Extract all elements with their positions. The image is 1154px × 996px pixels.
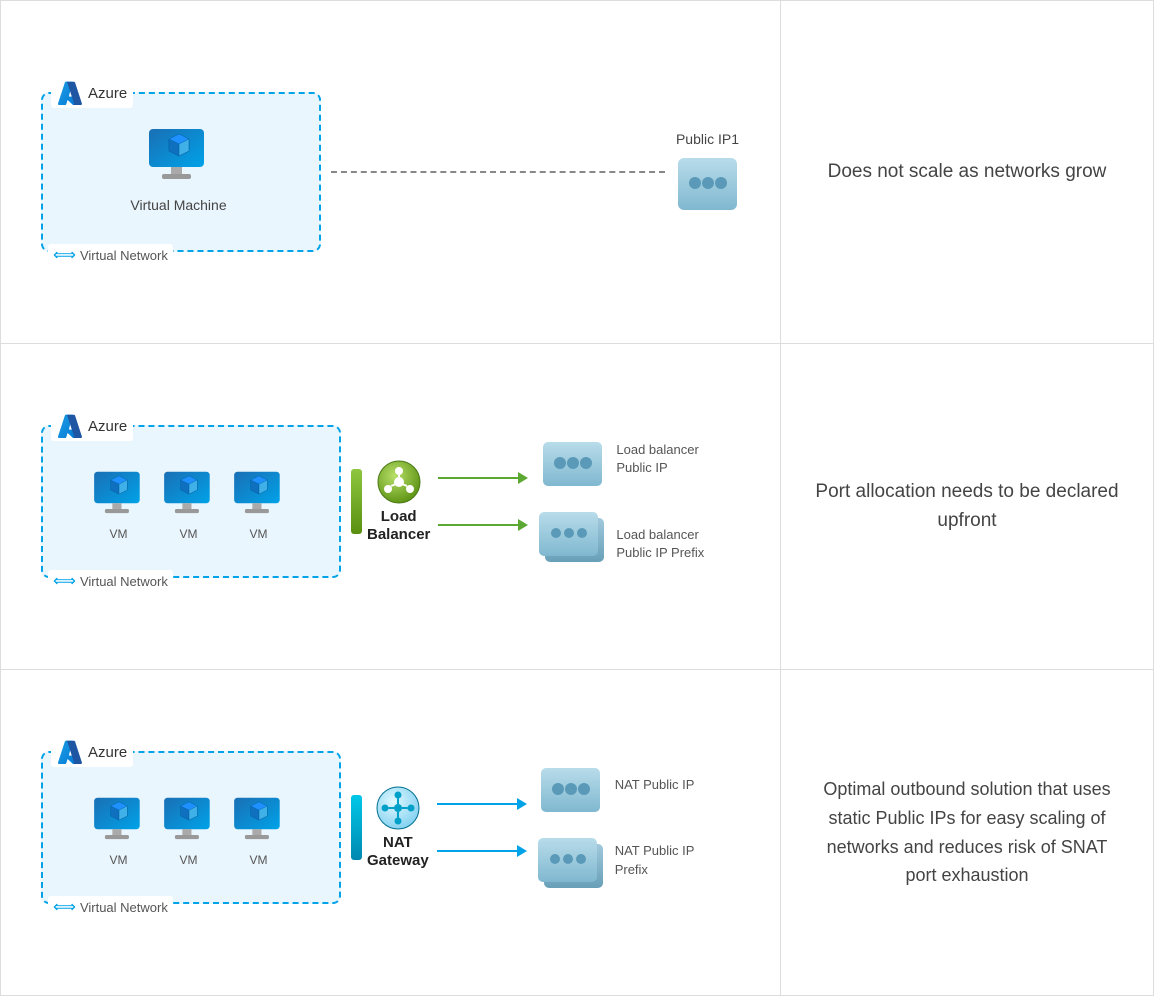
lb-icon <box>376 459 422 505</box>
vnet-text-3: Virtual Network <box>80 900 168 915</box>
vm-item-3-1: VM <box>90 796 148 867</box>
azure-label-3: Azure <box>51 737 133 767</box>
vnet-text-1: Virtual Network <box>80 248 168 263</box>
vm-label-3-1: VM <box>110 853 128 867</box>
lb-section: LoadBalancer <box>351 459 430 544</box>
vm-label-3-2: VM <box>180 853 198 867</box>
server-group-2-top <box>536 439 608 489</box>
azure-text-1: Azure <box>88 85 127 102</box>
server-labels-2: Load balancer Public IP Load balancer Pu… <box>616 441 704 562</box>
server-icon-2-top <box>540 439 605 489</box>
azure-text-2: Azure <box>88 418 127 435</box>
vm-item-3-3: VM <box>230 796 288 867</box>
row-1-left: Azure <box>1 1 781 343</box>
vm-item-2-2: VM <box>160 470 218 541</box>
vm-item-2-3: VM <box>230 470 288 541</box>
top-server-label-2: Load balancer Public IP <box>616 441 704 477</box>
vms-row-2: VM VM VM <box>90 470 288 541</box>
vm-single: Virtual Machine <box>130 127 226 213</box>
servers-3 <box>535 765 607 891</box>
vm-item-3-2: VM <box>160 796 218 867</box>
lb-arrows <box>438 472 528 531</box>
azure-box-1: Azure <box>41 92 321 252</box>
vm-label-3-3: VM <box>250 853 268 867</box>
bottom-server-label-3: NAT Public IP Prefix <box>615 842 695 878</box>
public-ip-label-1: Public IP1 <box>676 131 739 147</box>
nat-section: NATGateway <box>351 785 429 870</box>
row-1: Azure <box>1 1 1153 344</box>
row-1-description: Does not scale as networks grow <box>828 158 1107 187</box>
server-group-3-top <box>535 765 607 815</box>
vnet-icon-2: ⟺ <box>53 571 76 591</box>
server-group-2-bottom <box>536 509 608 565</box>
lb-label: LoadBalancer <box>367 508 430 544</box>
azure-icon-2 <box>57 413 83 439</box>
row-3-right: Optimal outbound solution that uses stat… <box>781 670 1153 995</box>
nat-bar <box>351 795 362 860</box>
vm-label-2-1: VM <box>110 527 128 541</box>
vms-row-3: VM VM VM <box>90 796 288 867</box>
vnet-label-1: ⟺ Virtual Network <box>48 244 173 266</box>
row-2-description: Port allocation needs to be declared upf… <box>811 478 1123 535</box>
nat-label: NATGateway <box>367 834 429 870</box>
vnet-label-2: ⟺ Virtual Network <box>48 570 173 592</box>
arrow-bottom-2 <box>438 519 528 531</box>
server-icon-1 <box>675 155 740 213</box>
azure-label-1: Azure <box>51 78 133 108</box>
row-2-right: Port allocation needs to be declared upf… <box>781 344 1153 669</box>
azure-icon-1 <box>57 80 83 106</box>
bottom-server-label-2: Load balancer Public IP Prefix <box>616 526 704 562</box>
arrow-bottom-3 <box>437 845 527 857</box>
servers-2 <box>536 439 608 565</box>
vnet-icon-1: ⟺ <box>53 245 76 265</box>
top-server-label-3: NAT Public IP <box>615 776 695 794</box>
server-icon-3-front <box>535 835 600 885</box>
nat-icon-wrap: NATGateway <box>367 785 429 870</box>
server-group-3-bottom <box>535 835 607 891</box>
row-3-description: Optimal outbound solution that uses stat… <box>811 775 1123 890</box>
vm-label-2-2: VM <box>180 527 198 541</box>
vm-label-2-3: VM <box>250 527 268 541</box>
vnet-icon-3: ⟺ <box>53 897 76 917</box>
azure-label-2: Azure <box>51 411 133 441</box>
server-labels-3: NAT Public IP NAT Public IP Prefix <box>615 776 695 879</box>
vm-single-label: Virtual Machine <box>130 197 226 213</box>
vnet-label-3: ⟺ Virtual Network <box>48 896 173 918</box>
row-3-left: Azure VM VM VM <box>1 670 781 995</box>
row-2-left: Azure VM VM VM <box>1 344 781 669</box>
arrow-top-3 <box>437 798 527 810</box>
lb-bar <box>351 469 362 534</box>
nat-arrows <box>437 798 527 857</box>
azure-text-3: Azure <box>88 744 127 761</box>
dashed-connector-1 <box>321 171 675 173</box>
vm-icon-1 <box>144 127 214 192</box>
nat-icon <box>375 785 421 831</box>
arrow-top-2 <box>438 472 528 484</box>
azure-icon-3 <box>57 739 83 765</box>
diagram-container: Azure <box>0 0 1154 996</box>
azure-box-2: Azure VM VM VM <box>41 425 341 578</box>
lb-icon-wrap: LoadBalancer <box>367 459 430 544</box>
row-1-right: Does not scale as networks grow <box>781 1 1153 343</box>
server-icon-2-front <box>536 509 601 559</box>
server-icon-3-top <box>538 765 603 815</box>
public-ip-group-1: Public IP1 <box>675 131 740 213</box>
azure-box-3: Azure VM VM VM <box>41 751 341 904</box>
vm-item-2-1: VM <box>90 470 148 541</box>
row-2: Azure VM VM VM <box>1 344 1153 670</box>
row-3: Azure VM VM VM <box>1 670 1153 995</box>
vnet-text-2: Virtual Network <box>80 574 168 589</box>
